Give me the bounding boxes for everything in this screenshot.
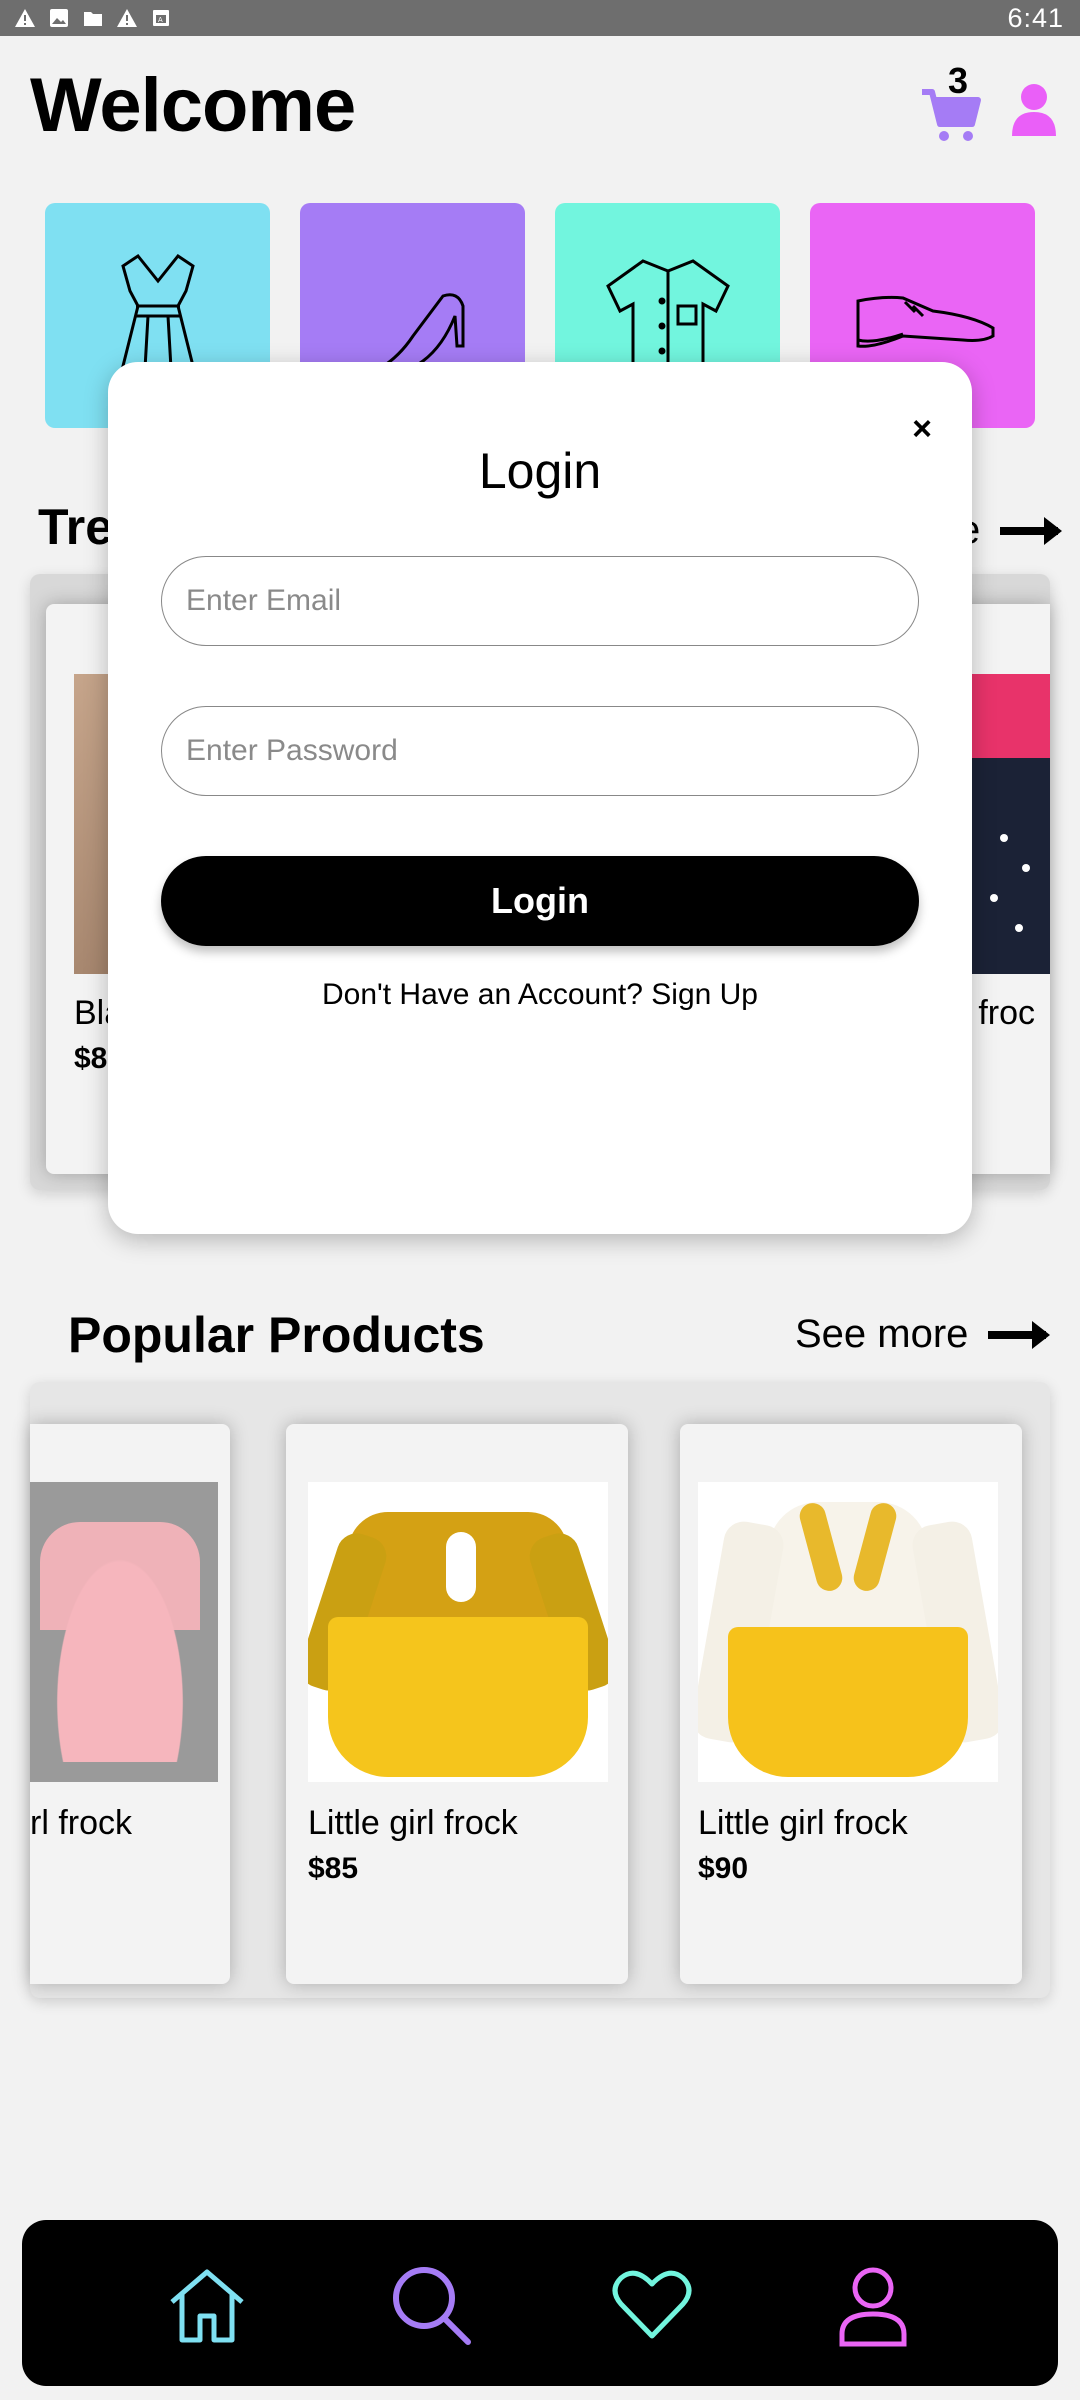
product-card[interactable]: Little girl frock $90 — [680, 1424, 1022, 1984]
trending-title: Tre — [38, 499, 114, 555]
product-name: Little girl frock — [698, 1804, 908, 1842]
popular-see-more[interactable]: See more — [795, 1312, 1051, 1357]
status-icons: A — [14, 7, 172, 29]
image-icon — [48, 7, 70, 29]
svg-text:A: A — [158, 17, 163, 24]
profile-icon — [839, 2267, 907, 2347]
nav-profile[interactable] — [828, 2260, 918, 2350]
product-image — [30, 1482, 218, 1782]
arrow-right-icon — [1000, 516, 1063, 545]
app-screen: A 6:41 Welcome 3 Tre Bla $8 rl froc Popu… — [0, 0, 1080, 2400]
bottom-nav — [22, 2220, 1058, 2386]
warning-icon — [14, 7, 36, 29]
trending-see-more[interactable]: e — [958, 508, 1063, 553]
cart-button[interactable]: 3 — [920, 60, 990, 144]
email-field[interactable] — [161, 556, 919, 646]
folder-icon — [82, 7, 104, 29]
calendar-icon: A — [150, 7, 172, 29]
product-price: $8 — [74, 1042, 108, 1075]
login-modal: × Login Login Don't Have an Account? Sig… — [108, 362, 972, 1234]
page-title: Welcome — [30, 63, 356, 148]
arrow-right-icon — [988, 1320, 1051, 1349]
search-icon — [393, 2267, 471, 2345]
product-name: rl frock — [30, 1804, 132, 1842]
heart-icon — [612, 2270, 692, 2339]
product-card[interactable]: Little girl frock $85 — [286, 1424, 628, 1984]
product-image — [970, 674, 1050, 974]
password-field[interactable] — [161, 706, 919, 796]
nav-home[interactable] — [162, 2260, 252, 2350]
home-icon — [170, 2269, 244, 2343]
warning-icon — [116, 7, 138, 29]
status-time: 6:41 — [1007, 2, 1064, 33]
product-image — [308, 1482, 608, 1782]
status-bar: A 6:41 — [0, 0, 1080, 36]
popular-products-title: Popular Products — [68, 1307, 485, 1363]
see-more-label: See more — [795, 1312, 969, 1356]
nav-search[interactable] — [386, 2260, 476, 2350]
login-button[interactable]: Login — [161, 856, 919, 946]
nav-favorites[interactable] — [607, 2260, 697, 2350]
product-image — [698, 1482, 998, 1782]
signup-link[interactable]: Don't Have an Account? Sign Up — [108, 978, 972, 1012]
modal-title: Login — [478, 443, 602, 499]
cart-icon — [922, 89, 981, 141]
user-account-icon[interactable] — [1010, 82, 1058, 138]
product-card[interactable]: rl frock — [30, 1424, 230, 1984]
product-price: $85 — [308, 1852, 359, 1885]
product-name: Little girl frock — [308, 1804, 518, 1842]
product-price: $90 — [698, 1852, 749, 1885]
